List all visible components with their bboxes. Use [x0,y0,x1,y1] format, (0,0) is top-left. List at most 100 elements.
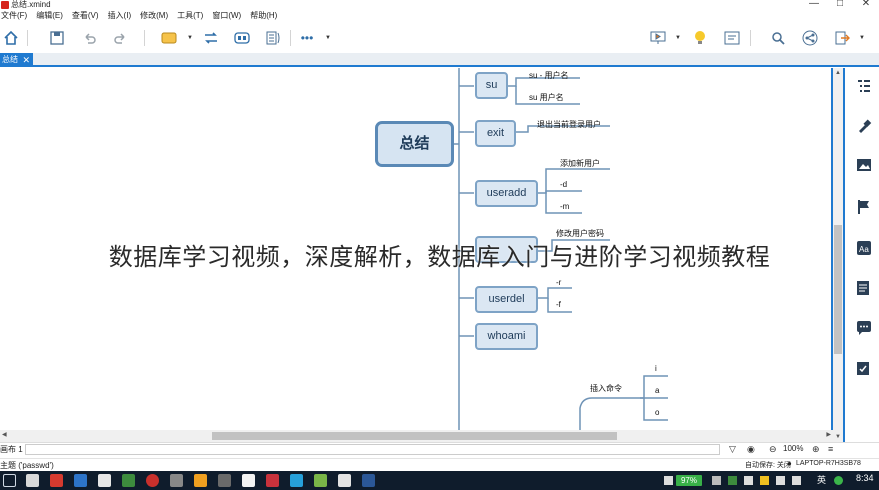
outliner-icon[interactable] [724,30,740,46]
subtopic-insert-o[interactable]: o [655,408,659,417]
eye-icon[interactable]: ◉ [747,444,755,455]
subtopic-su-user[interactable]: su 用户名 [529,92,564,103]
app-icon-12[interactable] [314,474,327,487]
app-icon-13[interactable] [338,474,351,487]
comments-icon[interactable] [856,320,872,336]
zoom-out-icon[interactable]: ⊖ [769,444,777,455]
system-clock[interactable]: 8:34 [856,473,874,483]
zoom-level[interactable]: 100% [783,444,803,453]
subtopic-passwd-desc[interactable]: 修改用户密码 [556,228,604,239]
subtopic-insert-a[interactable]: a [655,386,659,395]
scroll-right-icon[interactable]: ▶ [826,431,831,438]
share-icon[interactable] [802,30,818,46]
summary-icon[interactable] [266,30,282,46]
export-icon[interactable] [834,30,850,46]
marker-flag-icon[interactable] [856,199,872,215]
topic-whoami[interactable]: whoami [475,323,538,350]
input-language[interactable]: 英 [817,473,826,486]
topic-useradd[interactable]: useradd [475,180,538,207]
app-icon-2[interactable] [74,474,87,487]
tab-summary[interactable]: 总结 ✕ [0,53,33,67]
menu-tools[interactable]: 工具(T) [177,10,203,22]
more-icon[interactable]: ••• [299,30,315,46]
app-icon-9[interactable] [242,474,255,487]
subtopic-su-dash[interactable]: su - 用户名 [529,70,569,81]
menu-modify[interactable]: 修改(M) [140,10,168,22]
subtopic-useradd-m[interactable]: -m [560,202,569,211]
format-brush-icon[interactable] [856,118,872,134]
presentation-icon[interactable] [650,30,666,46]
scroll-up-icon[interactable]: ▲ [833,70,843,76]
root-topic[interactable]: 总结 [375,121,454,167]
menu-window[interactable]: 窗口(W) [212,10,241,22]
topic-su[interactable]: su [475,72,508,99]
home-icon[interactable] [3,30,19,46]
app-icon-6[interactable] [170,474,183,487]
vertical-scrollbar[interactable]: ▲ ▼ [833,68,845,442]
fit-icon[interactable]: ≡ [828,444,833,454]
task-icon[interactable] [856,360,872,376]
menu-view[interactable]: 查看(V) [72,10,99,22]
more-dropdown-icon[interactable]: ▼ [324,30,332,46]
undo-icon[interactable] [81,30,97,46]
outline-panel-icon[interactable] [856,78,872,94]
brainstorm-bulb-icon[interactable] [692,30,708,46]
topic-passwd[interactable] [475,236,538,263]
zoom-in-icon[interactable]: ⊕ [812,444,820,455]
horizontal-scroll-thumb[interactable] [212,432,617,440]
app-icon-5[interactable] [146,474,159,487]
floating-topic-insert[interactable]: 插入命令 [590,383,622,394]
network-icon[interactable] [664,476,673,485]
menu-help[interactable]: 帮助(H) [250,10,277,22]
start-icon[interactable] [3,474,16,487]
battery-indicator[interactable]: 97% [676,475,702,486]
notes-icon[interactable] [856,280,872,296]
app-icon-11[interactable] [290,474,303,487]
topic-icon[interactable] [161,30,177,46]
horizontal-scrollbar[interactable]: ◀ ▶ [0,430,833,442]
app-icon-8[interactable] [218,474,231,487]
boundary-icon[interactable] [234,30,250,46]
topic-userdel[interactable]: userdel [475,286,538,313]
style-icon[interactable]: Aa [856,240,872,256]
app-icon-1[interactable] [50,474,63,487]
presentation-dropdown-icon[interactable]: ▼ [674,30,682,46]
app-icon-7[interactable] [194,474,207,487]
autosave-status[interactable]: 自动保存: 关闭 [745,460,791,470]
menu-insert[interactable]: 插入(I) [108,10,132,22]
scroll-left-icon[interactable]: ◀ [2,431,7,438]
minimize-button[interactable]: — [801,0,827,10]
relationship-icon[interactable] [203,30,219,46]
subtopic-useradd-d[interactable]: -d [560,180,567,189]
maximize-button[interactable]: □ [827,0,853,10]
subtopic-insert-i[interactable]: i [655,364,657,373]
ime-icon[interactable] [834,476,843,485]
subtopic-userdel-r[interactable]: -r [556,278,561,287]
subtopic-exit-desc[interactable]: 退出当前登录用户 [537,119,601,130]
app-icon-3[interactable] [98,474,111,487]
image-icon[interactable] [856,158,872,174]
app-icon-xmind[interactable] [266,474,279,487]
tab-close-icon[interactable]: ✕ [22,53,30,67]
speaker-icon[interactable] [792,476,801,485]
close-window-button[interactable]: ✕ [853,0,879,10]
filter-icon[interactable]: ▽ [729,444,736,455]
tray-icon-2[interactable] [728,476,737,485]
subtopic-useradd-desc[interactable]: 添加新用户 [560,158,600,169]
redo-icon[interactable] [113,30,129,46]
tray-icon-1[interactable] [712,476,721,485]
topic-exit[interactable]: exit [475,120,516,147]
tray-icon-3[interactable] [744,476,753,485]
export-dropdown-icon[interactable]: ▼ [858,30,866,46]
vertical-scroll-thumb[interactable] [834,225,842,354]
menu-edit[interactable]: 编辑(E) [36,10,63,22]
scroll-down-icon[interactable]: ▼ [833,434,843,440]
search-icon[interactable] [770,30,786,46]
task-view-icon[interactable] [26,474,39,487]
save-icon[interactable] [49,30,65,46]
subtopic-userdel-f[interactable]: -f [556,300,561,309]
tray-icon-4[interactable] [760,476,769,485]
app-icon-4[interactable] [122,474,135,487]
topic-dropdown-icon[interactable]: ▼ [186,30,194,46]
tray-icon-5[interactable] [776,476,785,485]
